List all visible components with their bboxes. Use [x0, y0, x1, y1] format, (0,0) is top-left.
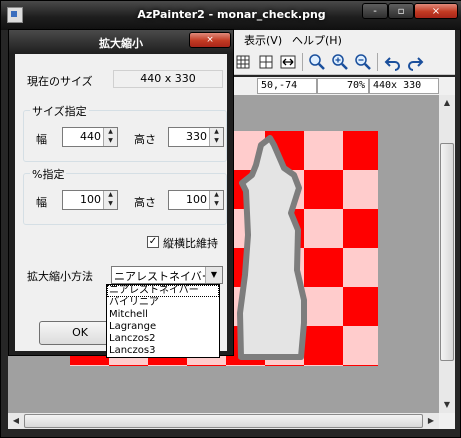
zoom-icon[interactable]: [308, 53, 326, 71]
size-group: サイズ指定 幅 440 ▲ ▼ 高さ 330 ▲ ▼: [23, 103, 227, 162]
spin-up-icon[interactable]: ▲: [103, 191, 117, 200]
spin-up-icon[interactable]: ▲: [103, 128, 117, 137]
zoom-out-icon[interactable]: [354, 53, 372, 71]
chevron-down-icon[interactable]: ▼: [205, 267, 222, 283]
fit-width-icon[interactable]: [279, 53, 297, 71]
percent-group: %指定 幅 100 ▲ ▼ 高さ 100 ▲ ▼: [23, 166, 227, 225]
spin-down-icon[interactable]: ▼: [209, 137, 223, 146]
size-width-label: 幅: [36, 133, 47, 146]
scroll-up-icon[interactable]: ▲: [439, 95, 455, 111]
keep-aspect-label: 縦横比維持: [163, 237, 218, 250]
horizontal-scrollbar[interactable]: ◀ ▶: [8, 413, 439, 429]
grid-fine-icon[interactable]: [257, 53, 275, 71]
pct-height-input[interactable]: 100 ▲ ▼: [168, 190, 224, 210]
pct-height-label: 高さ: [134, 196, 156, 209]
method-dropdown-list: ニアレストネイバー バイリニア Mitchell Lagrange Lanczo…: [106, 284, 220, 358]
undo-icon[interactable]: [384, 53, 402, 71]
scroll-down-icon[interactable]: ▼: [439, 397, 455, 413]
vertical-scrollbar[interactable]: ▲ ▼: [439, 95, 455, 413]
method-label: 拡大縮小方法: [27, 270, 93, 283]
close-button[interactable]: ×: [414, 3, 458, 19]
size-height-label: 高さ: [134, 133, 156, 146]
dropdown-option[interactable]: ニアレストネイバー: [107, 285, 219, 297]
spin-down-icon[interactable]: ▼: [209, 200, 223, 209]
maximize-button[interactable]: ▫: [388, 3, 414, 19]
dropdown-option[interactable]: Lagrange: [107, 321, 219, 333]
dropdown-option[interactable]: Lanczos2: [107, 333, 219, 345]
horizontal-scroll-thumb[interactable]: [24, 414, 423, 428]
scroll-left-icon[interactable]: ◀: [8, 413, 24, 429]
menu-view[interactable]: 表示(V): [244, 32, 282, 48]
status-zoom: 70%: [317, 78, 369, 94]
dropdown-option[interactable]: バイリニア: [107, 297, 219, 309]
minimize-button[interactable]: -: [362, 3, 388, 19]
toolbar-separator: [377, 53, 378, 71]
toolbar-separator: [302, 53, 303, 71]
current-size-value: 440 x 330: [113, 70, 223, 88]
redo-icon[interactable]: [406, 53, 424, 71]
menu-help[interactable]: ヘルプ(H): [292, 32, 342, 48]
keep-aspect-checkbox[interactable]: ✓: [147, 236, 159, 248]
grid-icon[interactable]: [234, 53, 252, 71]
size-width-input[interactable]: 440 ▲ ▼: [62, 127, 118, 147]
status-coords: 50,-74: [257, 78, 317, 94]
title-bar[interactable]: AzPainter2 - monar_check.png - ▫ ×: [1, 1, 461, 30]
dialog-title-bar[interactable]: 拡大縮小 ×: [9, 30, 233, 54]
zoom-in-icon[interactable]: [331, 53, 349, 71]
pct-width-label: 幅: [36, 196, 47, 209]
pct-width-input[interactable]: 100 ▲ ▼: [62, 190, 118, 210]
spin-down-icon[interactable]: ▼: [103, 137, 117, 146]
spin-up-icon[interactable]: ▲: [209, 191, 223, 200]
size-group-title: サイズ指定: [30, 103, 89, 119]
spin-up-icon[interactable]: ▲: [209, 128, 223, 137]
size-height-input[interactable]: 330 ▲ ▼: [168, 127, 224, 147]
scroll-right-icon[interactable]: ▶: [423, 413, 439, 429]
status-size: 440x 330: [369, 78, 439, 94]
dropdown-option[interactable]: Lanczos3: [107, 345, 219, 357]
dropdown-option[interactable]: Mitchell: [107, 309, 219, 321]
percent-group-title: %指定: [30, 166, 67, 182]
dialog-close-button[interactable]: ×: [189, 32, 231, 48]
scroll-corner: [439, 413, 455, 429]
vertical-scroll-thumb[interactable]: [440, 143, 454, 361]
spin-down-icon[interactable]: ▼: [103, 200, 117, 209]
method-select[interactable]: ニアレストネイバー ▼: [111, 266, 223, 284]
current-size-label: 現在のサイズ: [27, 75, 93, 88]
